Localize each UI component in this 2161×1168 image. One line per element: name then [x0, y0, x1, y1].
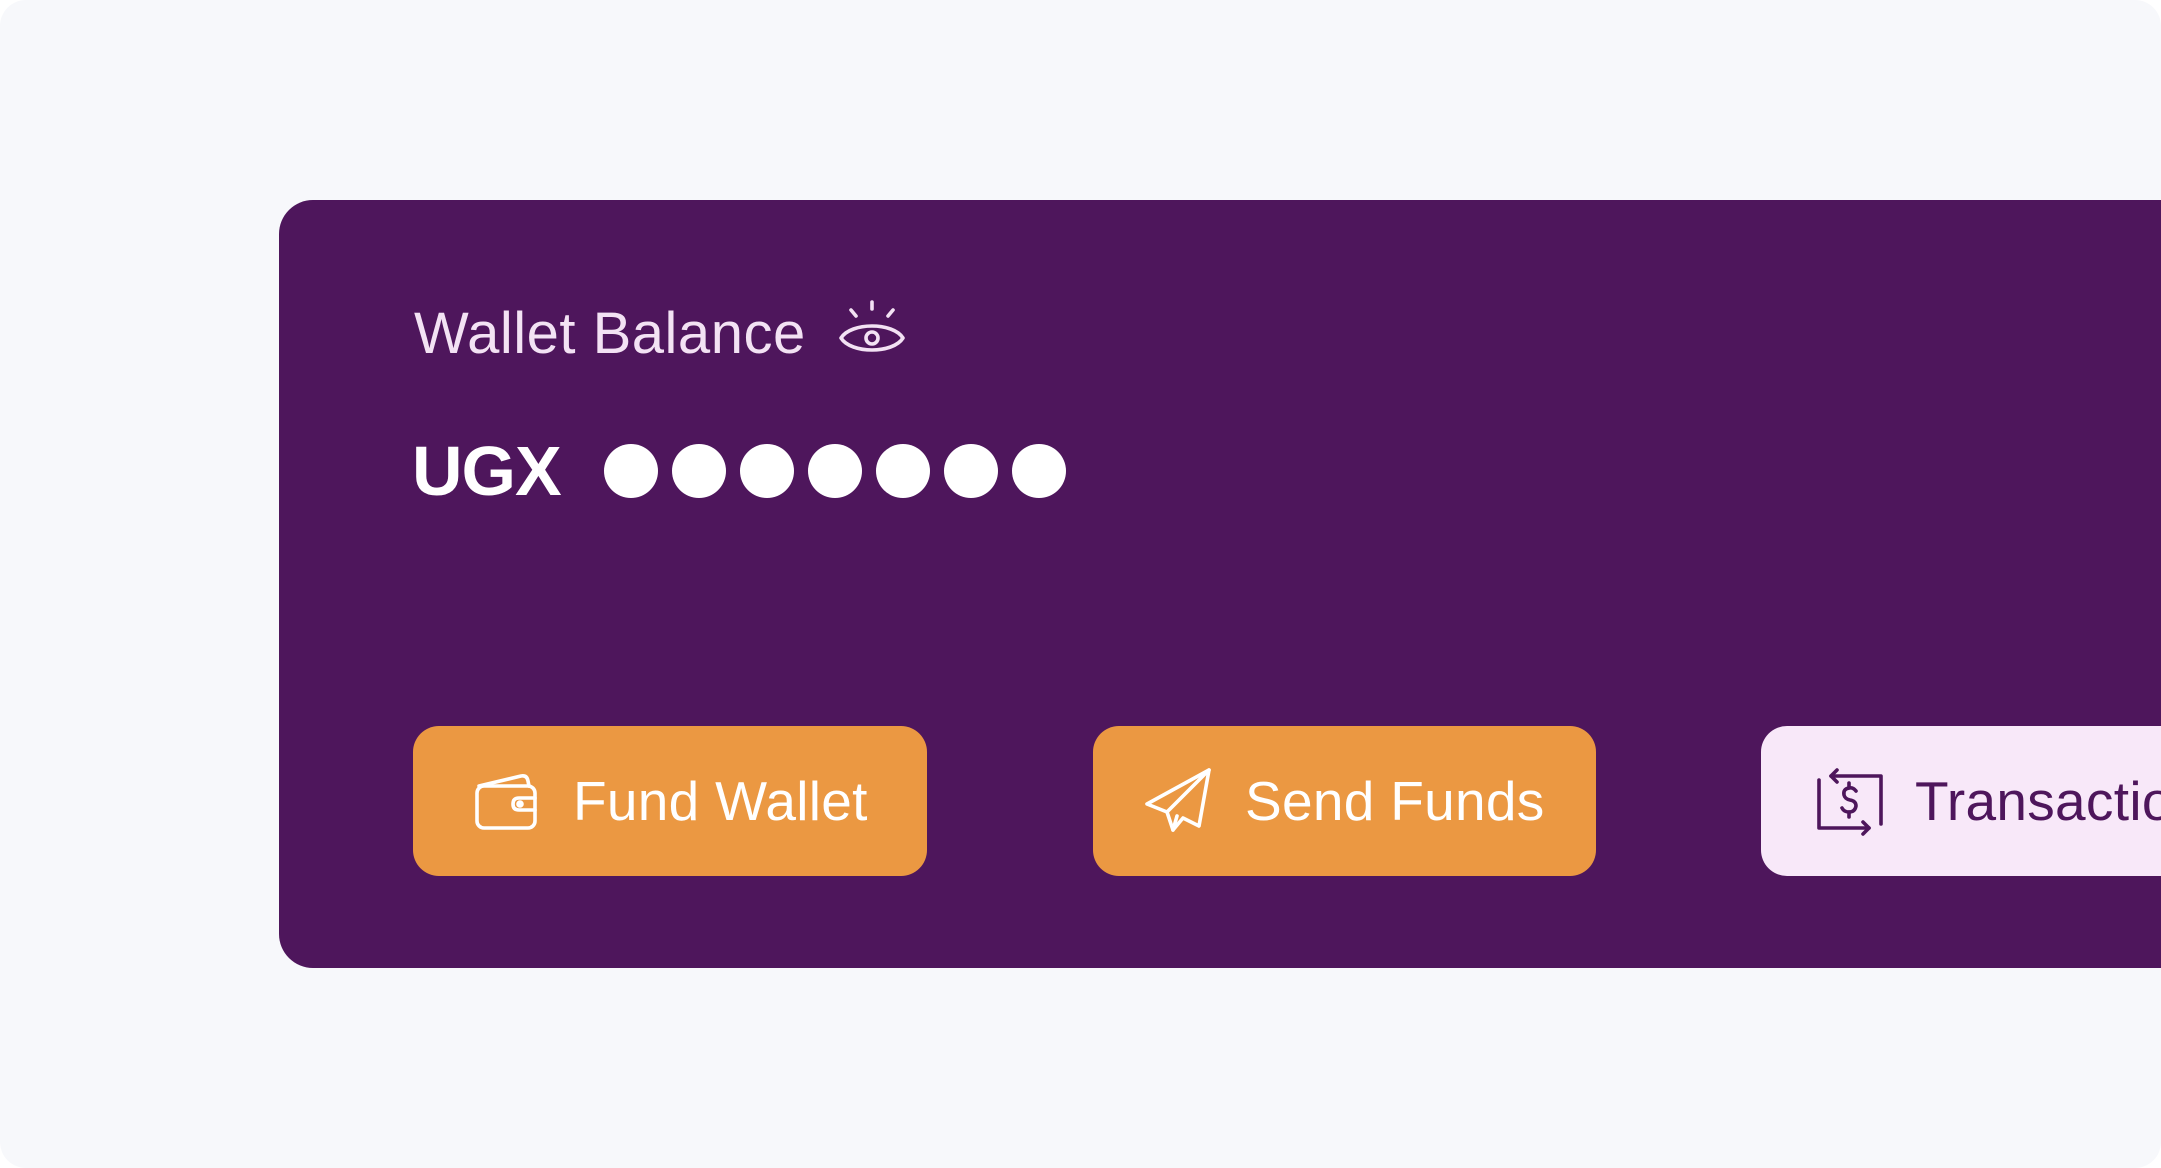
wallet-balance-label: Wallet Balance — [414, 301, 806, 366]
currency-code: UGX — [412, 432, 562, 510]
balance-amount: UGX — [412, 436, 1066, 506]
masked-digit-dot — [875, 444, 930, 498]
fund-wallet-button[interactable]: Fund Wallet — [413, 726, 927, 876]
wallet-balance-card: Wallet Balance UGX Fund Wallet Send Fund… — [279, 200, 2161, 968]
masked-digit-dot — [1011, 444, 1066, 498]
masked-balance — [603, 444, 1066, 498]
masked-digit-dot — [807, 444, 862, 498]
masked-digit-dot — [943, 444, 998, 498]
paper-plane-icon — [1145, 768, 1211, 832]
masked-digit-dot — [739, 444, 794, 498]
page-frame: Wallet Balance UGX Fund Wallet Send Fund… — [0, 0, 2161, 1168]
eye-icon[interactable] — [836, 298, 908, 370]
send-funds-button[interactable]: Send Funds — [1093, 726, 1596, 876]
transactions-exchange-icon — [1817, 768, 1883, 836]
wallet-icon — [475, 774, 537, 830]
fund-wallet-label: Fund Wallet — [573, 770, 868, 832]
send-funds-label: Send Funds — [1245, 770, 1545, 832]
balance-header: Wallet Balance — [414, 298, 908, 370]
masked-digit-dot — [671, 444, 726, 498]
masked-digit-dot — [603, 444, 658, 498]
transactions-label: Transactions — [1915, 770, 2161, 832]
transactions-button[interactable]: Transactions — [1761, 726, 2161, 876]
